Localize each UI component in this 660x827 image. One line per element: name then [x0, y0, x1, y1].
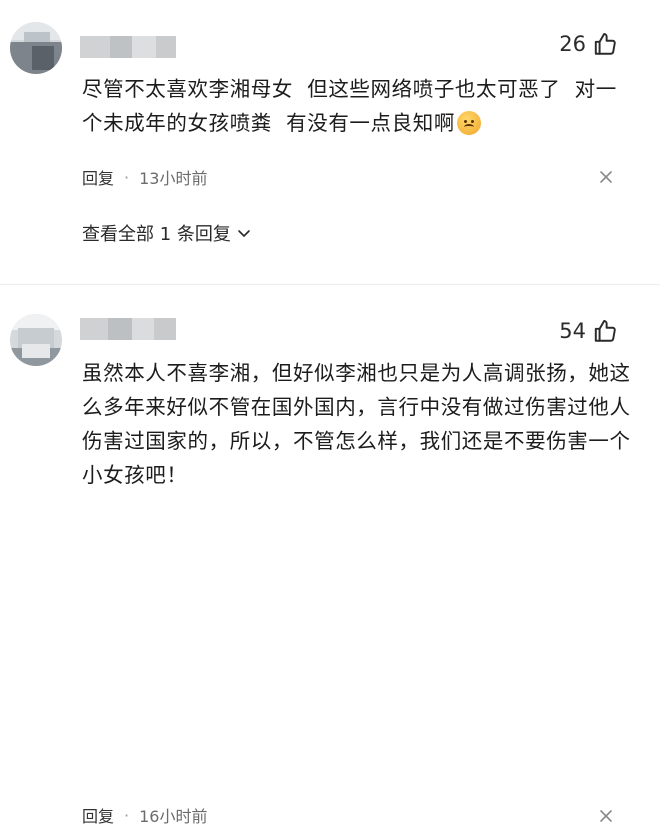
like-count: 26	[559, 32, 586, 56]
reply-button[interactable]: 回复	[82, 165, 114, 189]
comment-meta: 回复 · 16小时前	[82, 803, 207, 827]
username-blurred[interactable]	[80, 318, 176, 340]
chevron-down-icon	[238, 230, 250, 237]
close-icon[interactable]	[600, 171, 612, 183]
like-count-group[interactable]: 26	[559, 31, 618, 57]
comment-item: 26 尽管不太喜欢李湘母女 但这些网络喷子也太可恶了 对一个未成年的女孩喷粪 有…	[0, 0, 660, 285]
view-all-replies-link[interactable]: 查看全部 1 条回复	[82, 220, 251, 246]
separator-dot: ·	[124, 805, 130, 825]
comment-text: 虽然本人不喜李湘，但好似李湘也只是为人高调张扬，她这么多年来好似不管在国外国内，…	[82, 361, 631, 487]
avatar[interactable]	[10, 314, 62, 366]
reply-button[interactable]: 回复	[82, 803, 114, 827]
avatar[interactable]	[10, 22, 62, 74]
comment-item: 54 虽然本人不喜李湘，但好似李湘也只是为人高调张扬，她这么多年来好似不管在国外…	[0, 288, 660, 826]
comment-meta: 回复 · 13小时前	[82, 165, 207, 189]
angry-face-emoji	[456, 111, 481, 135]
username-blurred[interactable]	[80, 36, 176, 58]
like-count: 54	[559, 319, 586, 343]
thumbs-up-icon[interactable]	[592, 31, 618, 57]
divider	[0, 284, 660, 285]
timestamp: 16小时前	[139, 807, 208, 826]
timestamp: 13小时前	[139, 169, 208, 188]
comment-text-content: 尽管不太喜欢李湘母女 但这些网络喷子也太可恶了 对一个未成年的女孩喷粪 有没有一…	[82, 77, 617, 135]
thumbs-up-icon[interactable]	[592, 318, 618, 344]
like-count-group[interactable]: 54	[559, 318, 618, 344]
separator-dot: ·	[124, 167, 130, 187]
comment-text: 尽管不太喜欢李湘母女 但这些网络喷子也太可恶了 对一个未成年的女孩喷粪 有没有一…	[82, 72, 634, 140]
view-all-replies-label: 查看全部 1 条回复	[82, 224, 231, 245]
close-icon[interactable]	[600, 810, 612, 822]
